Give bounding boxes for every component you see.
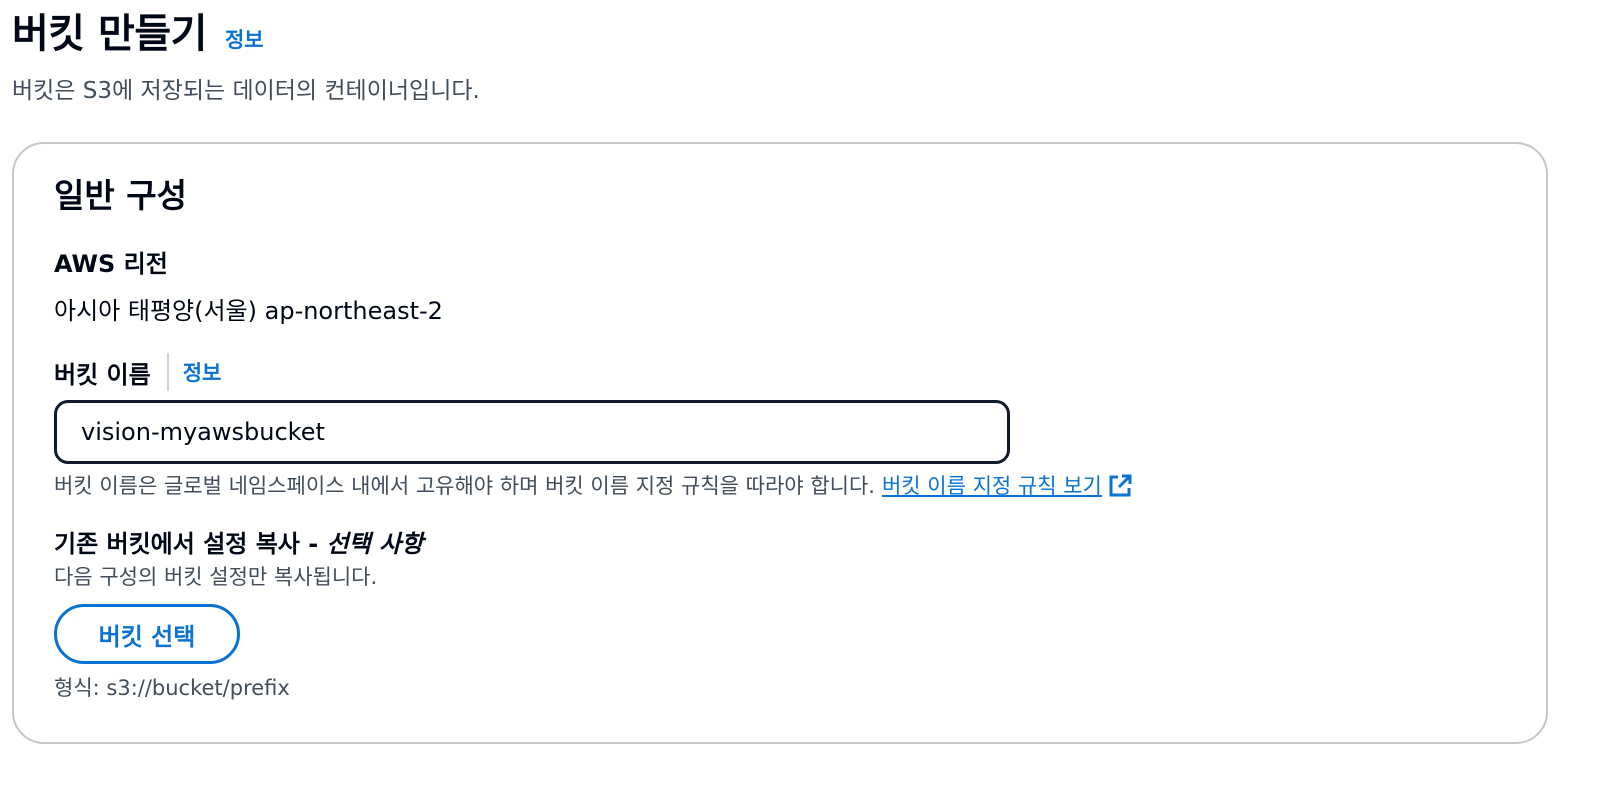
create-bucket-page: 버킷 만들기 정보 버킷은 S3에 저장되는 데이터의 컨테이너입니다. 일반 … <box>0 0 1618 788</box>
copy-settings-label: 기존 버킷에서 설정 복사 - 선택 사항 <box>54 528 423 560</box>
page-title: 버킷 만들기 <box>12 11 207 57</box>
bucket-name-input[interactable] <box>54 400 1010 464</box>
bucket-name-constraint: 버킷 이름은 글로벌 네임스페이스 내에서 고유해야 하며 버킷 이름 지정 규… <box>54 470 1134 502</box>
page-header: 버킷 만들기 정보 <box>12 8 264 60</box>
copy-settings-description: 다음 구성의 버킷 설정만 복사됩니다. <box>54 565 378 589</box>
bucket-name-info-link[interactable]: 정보 <box>183 357 222 387</box>
label-divider <box>166 353 169 391</box>
section-title: 일반 구성 <box>54 176 187 215</box>
bucket-name-label: 버킷 이름 <box>54 360 151 389</box>
naming-rules-link[interactable]: 버킷 이름 지정 규칙 보기 <box>882 470 1134 502</box>
region-value: 아시아 태평양(서울) ap-northeast-2 <box>54 297 443 325</box>
title-row: 버킷 만들기 정보 <box>12 8 264 60</box>
page-description: 버킷은 S3에 저장되는 데이터의 컨테이너입니다. <box>12 78 480 104</box>
naming-rules-link-label: 버킷 이름 지정 규칙 보기 <box>881 474 1102 498</box>
general-configuration-panel: 일반 구성 AWS 리전 아시아 태평양(서울) ap-northeast-2 … <box>12 142 1548 744</box>
constraint-text: 버킷 이름은 글로벌 네임스페이스 내에서 고유해야 하며 버킷 이름 지정 규… <box>54 474 875 498</box>
optional-marker: 선택 사항 <box>326 530 424 558</box>
choose-bucket-button[interactable]: 버킷 선택 <box>54 604 240 664</box>
copy-settings-label-text: 기존 버킷에서 설정 복사 - <box>54 530 319 558</box>
region-label: AWS 리전 <box>54 250 168 278</box>
page-info-link[interactable]: 정보 <box>225 24 264 54</box>
format-hint: 형식: s3://bucket/prefix <box>54 676 290 700</box>
bucket-name-label-row: 버킷 이름 정보 <box>54 352 221 392</box>
external-link-icon <box>1109 474 1132 497</box>
